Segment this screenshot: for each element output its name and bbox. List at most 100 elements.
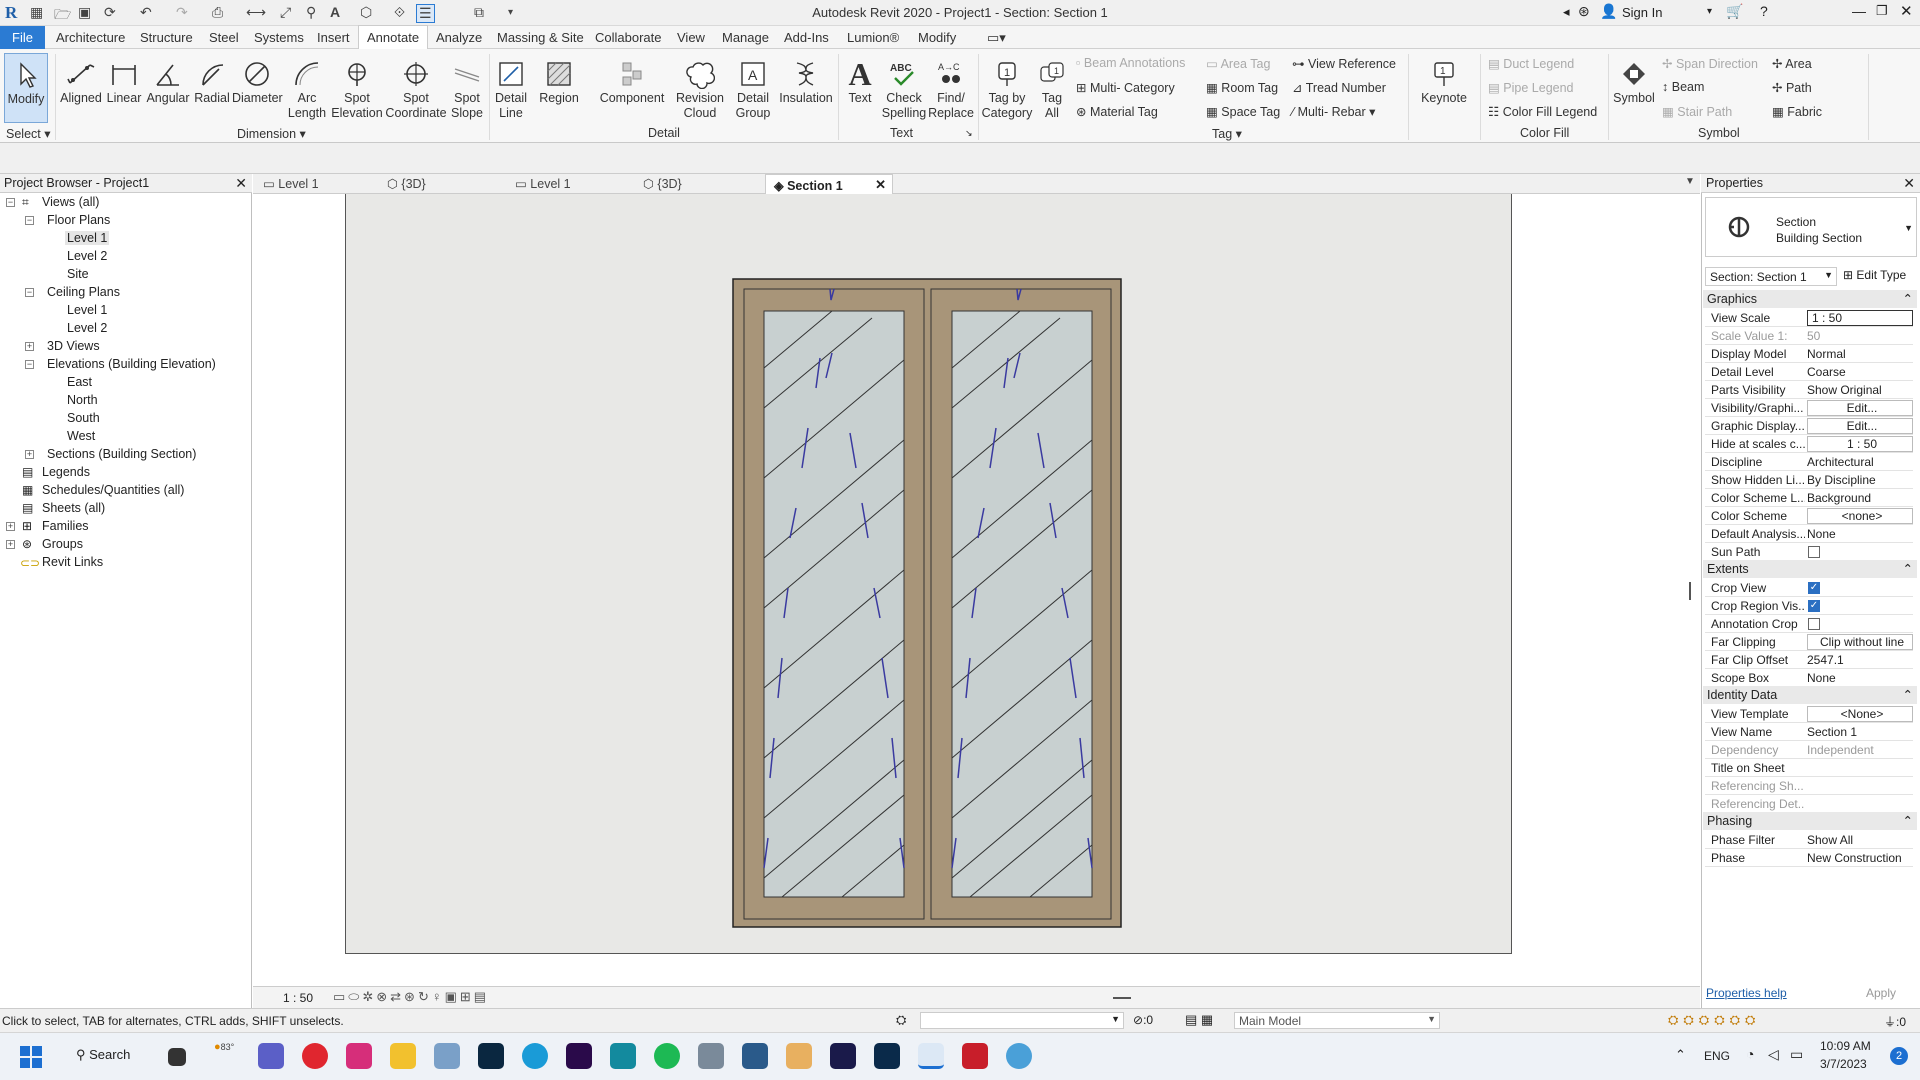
window-section-drawing[interactable] (732, 278, 1124, 930)
group-graphics[interactable]: Graphics ⌃ (1703, 290, 1917, 308)
tab-level-1-second[interactable]: ▭ Level 1 (515, 176, 571, 191)
cart-icon[interactable]: 🛒 (1726, 3, 1743, 20)
properties-close-icon[interactable]: ✕ (1903, 175, 1915, 192)
volume-icon[interactable]: ◁ (1768, 1046, 1779, 1063)
property-checkbox[interactable]: ✓ (1808, 600, 1820, 612)
property-row-phasing[interactable]: Phase Filter Show All (1705, 831, 1913, 849)
sign-in-link[interactable]: Sign In (1622, 5, 1662, 20)
area-tag-button[interactable]: ▭ Area Tag (1206, 56, 1270, 71)
revision-cloud-button[interactable]: Revision Cloud (674, 53, 726, 121)
photos-icon[interactable] (434, 1043, 460, 1069)
tree-south[interactable]: South (67, 411, 100, 425)
property-row-graphics[interactable]: Show Hidden Li... By Discipline (1705, 471, 1913, 489)
collapse-icon[interactable]: − (25, 360, 34, 369)
property-row-identity[interactable]: Title on Sheet (1705, 759, 1913, 777)
tree-views-all[interactable]: Views (all) (42, 195, 99, 209)
room-tag-button[interactable]: ▦ Room Tag (1206, 80, 1278, 95)
property-row-graphics[interactable]: Scale Value 1: 50 (1705, 327, 1913, 345)
tree-floor-level-1[interactable]: Level 1 (65, 231, 110, 245)
sign-in-dropdown-icon[interactable]: ▾ (1707, 6, 1712, 17)
tree-families[interactable]: Families (42, 519, 89, 533)
tree-revit-links[interactable]: Revit Links (42, 555, 103, 569)
multi-category-tag-button[interactable]: ⊞ Multi- Category (1076, 80, 1175, 95)
multi-rebar-button[interactable]: ⁄ Multi- Rebar ▾ (1292, 104, 1375, 119)
tab-3d-second[interactable]: ⬡ {3D} (643, 176, 682, 191)
user-icon[interactable]: 👤 (1600, 3, 1617, 20)
tread-number-button[interactable]: ⊿ Tread Number (1292, 80, 1386, 95)
restore-icon[interactable]: ❐ (1876, 3, 1888, 19)
property-value[interactable]: By Discipline (1807, 473, 1913, 487)
view-scale-button[interactable]: 1 : 50 (283, 991, 313, 1005)
horizontal-scroll-handle[interactable] (1113, 997, 1131, 999)
task-view-icon[interactable] (168, 1048, 186, 1066)
project-browser-close-icon[interactable]: ✕ (235, 175, 247, 192)
close-window-icon[interactable]: ✕ (1900, 2, 1913, 20)
detail-line-button[interactable]: Detail Line (492, 53, 530, 121)
property-row-graphics[interactable]: Parts Visibility Show Original (1705, 381, 1913, 399)
minimize-icon[interactable]: — (1852, 3, 1866, 19)
workset-dropdown[interactable]: ▼ (920, 1012, 1124, 1029)
weather-widget[interactable]: ●83° (214, 1041, 234, 1053)
beam-annotations-button[interactable]: ▫ Beam Annotations (1076, 56, 1185, 70)
property-row-extents[interactable]: Far Clipping Clip without line (1705, 633, 1913, 651)
tab-massing-site[interactable]: Massing & Site (497, 30, 584, 45)
beam-symbol-button[interactable]: ↕ Beam (1662, 80, 1704, 94)
edge-icon[interactable] (522, 1043, 548, 1069)
property-row-graphics[interactable]: Color Scheme L... Background (1705, 489, 1913, 507)
space-tag-button[interactable]: ▦ Space Tag (1206, 104, 1280, 119)
property-value[interactable]: <None> (1807, 706, 1913, 722)
property-value[interactable]: 50 (1807, 329, 1913, 343)
panel-dimension[interactable]: Dimension ▾ (237, 126, 306, 141)
arc-length-dimension-button[interactable]: Arc Length (284, 53, 330, 121)
tree-elevations[interactable]: Elevations (Building Elevation) (47, 357, 216, 371)
tree-sheets[interactable]: Sheets (all) (42, 501, 105, 515)
tree-west[interactable]: West (67, 429, 95, 443)
property-value[interactable]: None (1807, 527, 1913, 541)
property-row-graphics[interactable]: Color Scheme <none> (1705, 507, 1913, 525)
property-row-graphics[interactable]: Display Model Normal (1705, 345, 1913, 363)
expand-icon[interactable]: + (25, 450, 34, 459)
radial-dimension-button[interactable]: Radial (192, 53, 232, 106)
instagram-icon[interactable] (346, 1043, 372, 1069)
view-reference-button[interactable]: ⊶ View Reference (1292, 56, 1396, 71)
workset-icon[interactable]: ⛭ (896, 1012, 906, 1028)
aligned-dimension-button[interactable]: Aligned (58, 53, 104, 106)
tab-level-1[interactable]: ▭ Level 1 (263, 176, 319, 191)
tab-insert[interactable]: Insert (317, 30, 350, 45)
text-panel-launcher-icon[interactable]: ↘ (965, 128, 973, 139)
selection-toggle-icons[interactable]: ⛭⛭⛭⛭⛭⛭ (1668, 1012, 1760, 1028)
property-value[interactable]: Clip without line (1807, 634, 1913, 650)
property-value[interactable]: Edit... (1807, 418, 1913, 434)
file-explorer-icon[interactable] (390, 1043, 416, 1069)
battery-icon[interactable]: ▭ (1790, 1046, 1803, 1063)
notification-badge[interactable]: 2 (1890, 1047, 1908, 1065)
property-row-phasing[interactable]: Phase New Construction (1705, 849, 1913, 867)
angular-dimension-button[interactable]: Angular (146, 53, 190, 106)
property-checkbox[interactable] (1808, 618, 1820, 630)
revit-taskbar-icon[interactable] (918, 1043, 944, 1069)
tab-systems[interactable]: Systems (254, 30, 304, 45)
tab-add-ins[interactable]: Add-Ins (784, 30, 829, 45)
show-hidden-icons[interactable]: ⌃ (1675, 1047, 1686, 1063)
globe-app-icon[interactable] (1006, 1043, 1032, 1069)
tree-floor-plans[interactable]: Floor Plans (47, 213, 110, 227)
binoculars-icon[interactable]: ⊛ (1578, 3, 1590, 20)
symbol-button[interactable]: Symbol (1612, 53, 1656, 106)
linear-dimension-button[interactable]: Linear (104, 53, 144, 106)
property-checkbox[interactable]: ✓ (1808, 582, 1820, 594)
span-direction-button[interactable]: ✢ Span Direction (1662, 56, 1758, 71)
sketchup-icon[interactable] (742, 1043, 768, 1069)
tabs-dropdown-icon[interactable]: ▼ (1685, 176, 1695, 187)
tab-collaborate[interactable]: Collaborate (595, 30, 662, 45)
color-fill-legend-button[interactable]: ☷ Color Fill Legend (1488, 104, 1597, 119)
tree-legends[interactable]: Legends (42, 465, 90, 479)
collapse-icon[interactable]: − (25, 288, 34, 297)
clock-time[interactable]: 10:09 AM (1820, 1039, 1871, 1053)
tab-annotate[interactable]: Annotate (358, 25, 429, 49)
autocad-icon[interactable] (962, 1043, 988, 1069)
check-spelling-button[interactable]: ABC Check Spelling (880, 53, 928, 121)
property-row-extents[interactable]: Scope Box None (1705, 669, 1913, 687)
property-row-extents[interactable]: Crop View ✓ (1705, 579, 1913, 597)
type-dropdown-icon[interactable]: ▼ (1904, 223, 1913, 233)
stair-path-button[interactable]: ▦ Stair Path (1662, 104, 1732, 119)
